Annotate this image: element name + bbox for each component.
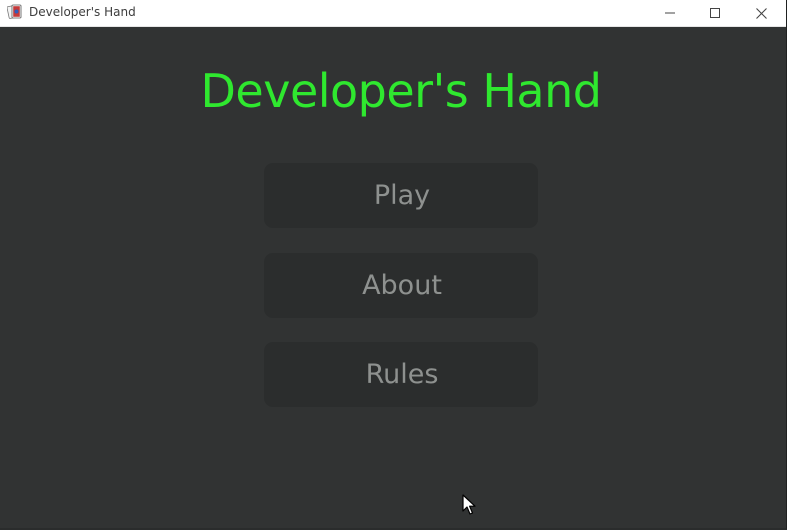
playing-cards-icon [6, 4, 23, 20]
play-button[interactable]: Play [264, 163, 538, 228]
about-button[interactable]: About [264, 253, 538, 318]
play-button-label: Play [373, 180, 431, 211]
rules-button[interactable]: Rules [264, 342, 538, 407]
window-title: Developer's Hand [29, 5, 136, 19]
close-button[interactable] [738, 0, 784, 26]
minimize-button[interactable] [647, 0, 693, 26]
mouse-pointer-icon [462, 494, 476, 516]
game-menu-screen: Developer's Hand Play About Rules [0, 27, 786, 528]
minimize-icon [665, 8, 675, 18]
maximize-button[interactable] [692, 0, 738, 26]
rules-button-label: Rules [365, 359, 439, 390]
maximize-icon [710, 8, 720, 18]
title-bar[interactable]: Developer's Hand [0, 0, 786, 27]
about-button-label: About [362, 270, 442, 301]
game-title: Developer's Hand [200, 64, 602, 118]
close-icon [755, 7, 767, 19]
app-window: Developer's Hand Developer's Hand Play A… [0, 0, 787, 530]
